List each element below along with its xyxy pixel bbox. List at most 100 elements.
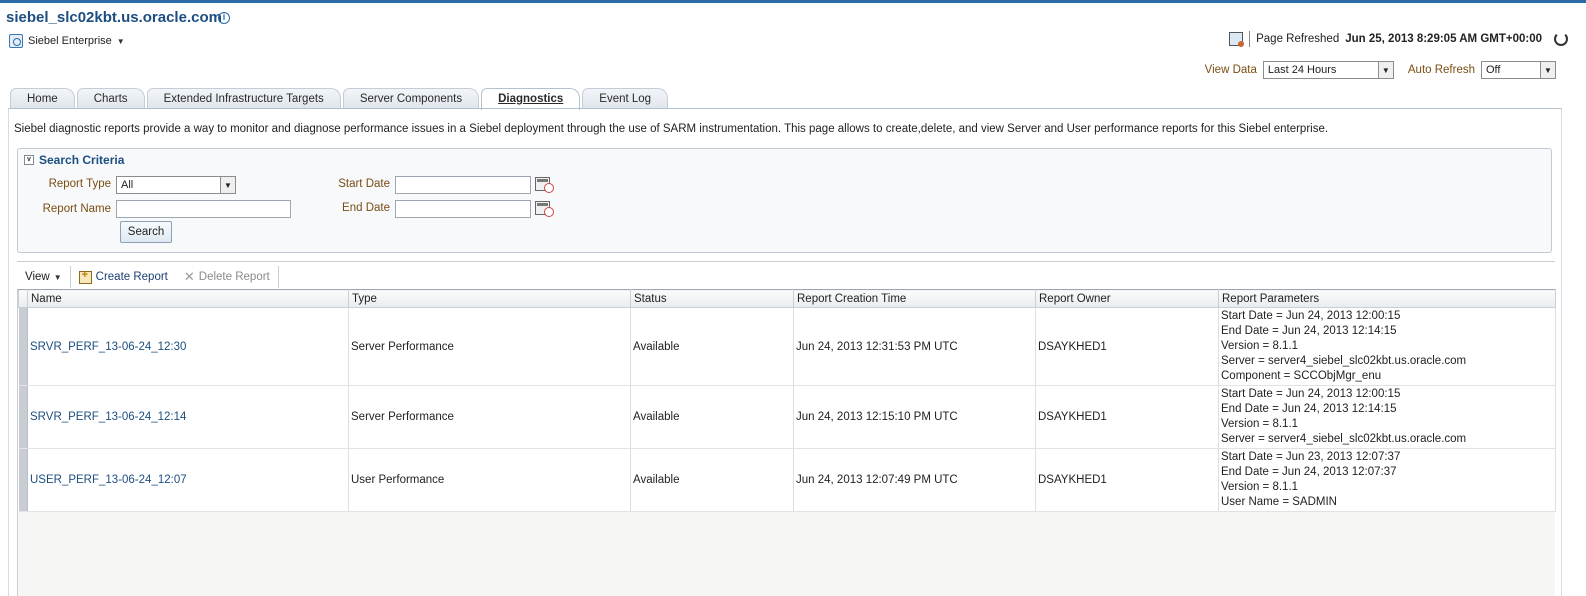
view-controls: View Data Last 24 Hours ▼ Auto Refresh O… [1205, 61, 1556, 79]
parameter-line: Server = server4_siebel_slc02kbt.us.orac… [1221, 355, 1467, 367]
report-type-cell: User Performance [348, 448, 631, 512]
table-row[interactable]: USER_PERF_13-06-24_12:07 User Performanc… [18, 448, 1556, 512]
search-criteria-title: Search Criteria [39, 153, 125, 167]
start-date-label: Start Date [338, 178, 390, 190]
report-name-label: Report Name [42, 203, 111, 215]
parameter-line: User Name = SADMIN [1221, 496, 1337, 508]
view-menu-button[interactable]: View ▼ [17, 271, 70, 283]
page-refreshed-label: Page Refreshed [1256, 33, 1340, 45]
tab-bar: Home Charts Extended Infrastructure Targ… [10, 88, 670, 110]
create-report-icon [78, 269, 92, 284]
row-selector[interactable] [18, 307, 28, 386]
view-data-value: Last 24 Hours [1267, 64, 1337, 76]
parameter-line: End Date = Jun 24, 2013 12:14:15 [1221, 403, 1397, 415]
divider [17, 261, 1555, 262]
table-row[interactable]: SRVR_PERF_13-06-24_12:30 Server Performa… [18, 307, 1556, 386]
parameter-line: Component = SCCObjMgr_enu [1221, 370, 1382, 382]
report-owner-cell: DSAYKHED1 [1035, 385, 1219, 449]
parameter-line: Version = 8.1.1 [1221, 481, 1299, 493]
refresh-area: Page Refreshed Jun 25, 2013 8:29:05 AM G… [1229, 31, 1568, 47]
report-type-select[interactable]: All ▼ [116, 176, 236, 194]
siebel-enterprise-menu[interactable]: Siebel Enterprise ▼ [9, 33, 125, 49]
row-selector-header [18, 289, 28, 308]
report-status-cell: Available [630, 448, 794, 512]
page-description: Siebel diagnostic reports provide a way … [14, 123, 1329, 135]
view-menu-label: View [25, 271, 50, 283]
report-type-label: Report Type [48, 178, 111, 190]
report-type-cell: Server Performance [348, 307, 631, 386]
report-status-cell: Available [630, 385, 794, 449]
report-owner-cell: DSAYKHED1 [1035, 307, 1219, 386]
chevron-down-icon: ▼ [116, 36, 125, 46]
parameter-line: Version = 8.1.1 [1221, 340, 1299, 352]
delete-icon: ✕ [183, 269, 195, 284]
create-report-label: Create Report [95, 271, 168, 283]
divider [1249, 31, 1251, 47]
start-date-input[interactable] [395, 176, 531, 194]
tab-extended-infrastructure-targets[interactable]: Extended Infrastructure Targets [146, 88, 341, 109]
delete-report-button[interactable]: ✕ Delete Report [176, 269, 278, 285]
collapse-icon: v [24, 155, 34, 165]
target-title: siebel_slc02kbt.us.oracle.com [6, 9, 222, 26]
tab-charts[interactable]: Charts [76, 88, 145, 109]
tab-server-components[interactable]: Server Components [342, 88, 480, 109]
parameter-line: Version = 8.1.1 [1221, 418, 1299, 430]
end-date-label: End Date [342, 202, 390, 214]
report-owner-cell: DSAYKHED1 [1035, 448, 1219, 512]
parameter-line: End Date = Jun 24, 2013 12:07:37 [1221, 466, 1397, 478]
calendar-icon[interactable] [535, 177, 554, 193]
reports-table: Name Type Status Report Creation Time Re… [18, 289, 1556, 512]
info-icon[interactable]: i [218, 12, 230, 24]
chevron-down-icon: ▼ [1540, 62, 1555, 78]
column-header-owner[interactable]: Report Owner [1035, 289, 1219, 308]
row-selector[interactable] [18, 385, 28, 449]
report-parameters-cell: Start Date = Jun 24, 2013 12:00:15 End D… [1218, 307, 1556, 386]
parameter-line: Start Date = Jun 23, 2013 12:07:37 [1221, 451, 1401, 463]
report-name-link[interactable]: SRVR_PERF_13-06-24_12:30 [30, 341, 186, 353]
column-header-parameters[interactable]: Report Parameters [1218, 289, 1556, 308]
menu-label: Siebel Enterprise [28, 35, 112, 47]
tab-event-log[interactable]: Event Log [582, 88, 669, 109]
parameter-line: Start Date = Jun 24, 2013 12:00:15 [1221, 310, 1401, 322]
tab-diagnostics[interactable]: Diagnostics [481, 88, 581, 110]
page-refreshed-time: Jun 25, 2013 8:29:05 AM GMT+00:00 [1345, 33, 1542, 45]
report-created-cell: Jun 24, 2013 12:07:49 PM UTC [793, 448, 1036, 512]
column-header-name[interactable]: Name [27, 289, 349, 308]
tab-home[interactable]: Home [10, 88, 75, 109]
report-name-input[interactable] [116, 200, 291, 218]
target-type-icon [9, 34, 23, 48]
column-header-creation-time[interactable]: Report Creation Time [793, 289, 1036, 308]
row-selector[interactable] [18, 448, 28, 512]
report-type-cell: Server Performance [348, 385, 631, 449]
column-header-type[interactable]: Type [348, 289, 631, 308]
parameter-line: End Date = Jun 24, 2013 12:14:15 [1221, 325, 1397, 337]
chevron-down-icon: ▼ [53, 272, 62, 282]
refresh-icon[interactable] [1554, 32, 1568, 46]
divider [277, 266, 279, 288]
auto-refresh-label: Auto Refresh [1407, 64, 1475, 76]
view-data-select[interactable]: Last 24 Hours ▼ [1262, 61, 1394, 79]
page-header: siebel_slc02kbt.us.oracle.com i Siebel E… [0, 3, 1586, 53]
report-status-cell: Available [630, 307, 794, 386]
chevron-down-icon: ▼ [1377, 62, 1393, 78]
table-row[interactable]: SRVR_PERF_13-06-24_12:14 Server Performa… [18, 385, 1556, 449]
bookmark-icon[interactable] [1229, 32, 1245, 47]
chevron-down-icon: ▼ [220, 177, 235, 193]
parameter-line: Server = server4_siebel_slc02kbt.us.orac… [1221, 433, 1467, 445]
calendar-icon[interactable] [535, 201, 554, 217]
table-toolbar: View ▼ Create Report ✕ Delete Report [17, 265, 1555, 289]
column-header-status[interactable]: Status [630, 289, 794, 308]
parameter-line: Start Date = Jun 24, 2013 12:00:15 [1221, 388, 1401, 400]
report-parameters-cell: Start Date = Jun 23, 2013 12:07:37 End D… [1218, 448, 1556, 512]
search-criteria-toggle[interactable]: v Search Criteria [24, 153, 124, 167]
view-data-label: View Data [1204, 64, 1257, 76]
report-created-cell: Jun 24, 2013 12:31:53 PM UTC [793, 307, 1036, 386]
end-date-input[interactable] [395, 200, 531, 218]
create-report-button[interactable]: Create Report [71, 269, 176, 284]
auto-refresh-select[interactable]: Off ▼ [1481, 61, 1556, 79]
report-name-link[interactable]: USER_PERF_13-06-24_12:07 [30, 474, 187, 486]
auto-refresh-value: Off [1486, 64, 1501, 76]
delete-report-label: Delete Report [198, 271, 270, 283]
report-name-link[interactable]: SRVR_PERF_13-06-24_12:14 [30, 411, 186, 423]
search-button[interactable]: Search [120, 221, 172, 243]
